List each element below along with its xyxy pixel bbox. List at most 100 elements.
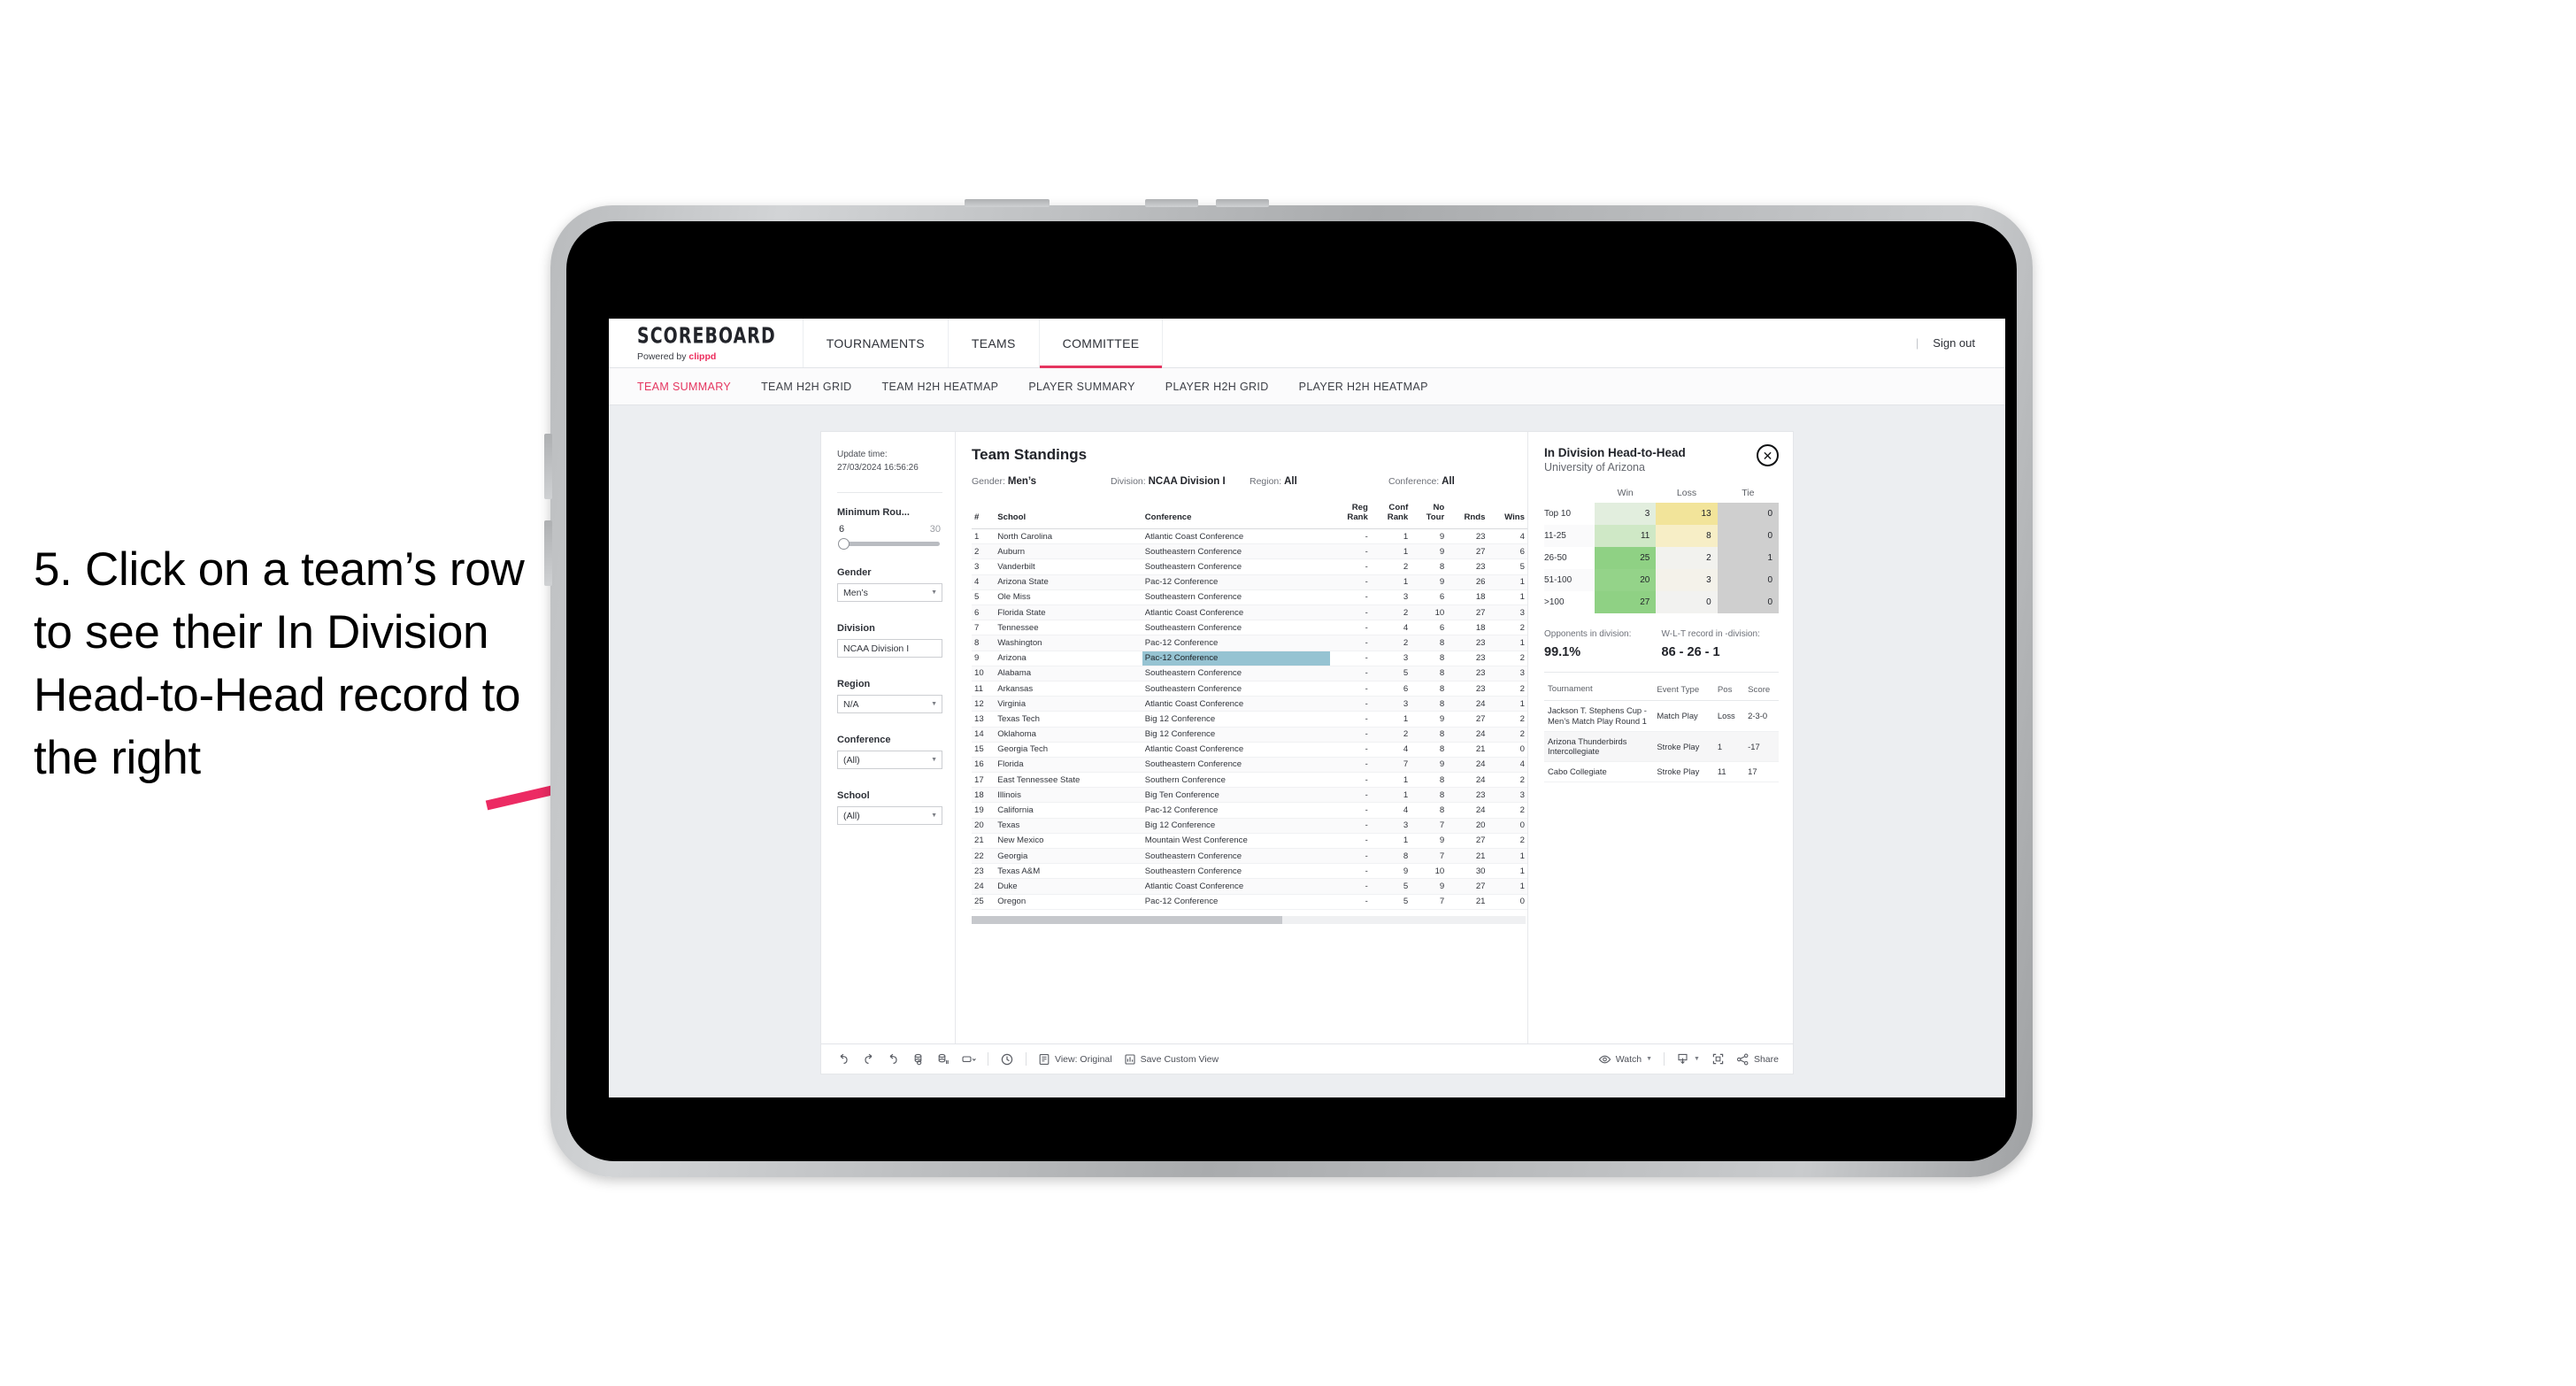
nav-item-tournaments[interactable]: TOURNAMENTS (804, 319, 949, 367)
volume-up-button[interactable] (1145, 199, 1198, 207)
col-header-no-tour[interactable]: No Tour (1411, 501, 1448, 530)
h2h-stats-row: Opponents in division: 99.1% W-L-T recor… (1544, 629, 1779, 659)
tab-team-summary[interactable]: TEAM SUMMARY (637, 381, 731, 393)
table-row[interactable]: 1 North Carolina Atlantic Coast Conference… (972, 528, 1527, 545)
table-row[interactable]: 8 Washington Pac-12 Conference -2 8 23 1 (972, 635, 1527, 651)
nav-item-teams[interactable]: TEAMS (949, 319, 1040, 367)
minimum-rounds-slider[interactable] (838, 538, 940, 550)
table-row[interactable]: 21 New Mexico Mountain West Conference -1 9 2… (972, 833, 1527, 850)
h2h-cell-tie[interactable]: 0 (1717, 569, 1779, 592)
tab-team-h2h-grid[interactable]: TEAM H2H GRID (761, 381, 851, 393)
school-select[interactable]: (All) ▼ (837, 806, 942, 825)
cell-conf-rank: 8 (1370, 848, 1411, 865)
tournament-row[interactable]: Cabo Collegiate Stroke Play 11 17 (1544, 761, 1779, 782)
table-row[interactable]: 12 Virginia Atlantic Coast Conference -3 8 24… (972, 696, 1527, 712)
h2h-cell-win[interactable]: 25 (1595, 547, 1657, 570)
slider-handle[interactable] (838, 538, 850, 550)
table-row[interactable]: 4 Arizona State Pac-12 Conference -1 9 26 1 (972, 574, 1527, 590)
h2h-cell-loss[interactable]: 13 (1656, 503, 1718, 526)
table-row[interactable]: 23 Texas A&M Southeastern Conference -9 10 30… (972, 863, 1527, 880)
cell-rank: 17 (972, 772, 996, 789)
table-row[interactable]: 20 Texas Big 12 Conference -3 7 20 0 (972, 818, 1527, 834)
fullscreen-icon[interactable] (1711, 1052, 1725, 1066)
table-row[interactable]: 11 Arkansas Southeastern Conference -6 8 23 2 (972, 681, 1527, 697)
power-button[interactable] (965, 199, 1050, 207)
sign-out-link[interactable]: Sign out (1933, 336, 1975, 350)
brand-logo[interactable]: SCOREBOARD Powered by clippd (609, 319, 804, 367)
table-row[interactable]: 9 Arizona Pac-12 Conference -3 8 23 2 (972, 651, 1527, 666)
table-row[interactable]: 16 Florida Southeastern Conference -7 9 24 4 (972, 757, 1527, 774)
h2h-cell-loss[interactable]: 0 (1656, 591, 1718, 614)
tournament-row[interactable]: Arizona Thunderbirds Intercollegiate Stro… (1544, 731, 1779, 763)
h2h-cell-tie[interactable]: 0 (1717, 525, 1779, 548)
table-row[interactable]: 10 Alabama Southeastern Conference -5 8 23 3 (972, 666, 1527, 681)
col-header-event-type[interactable]: Event Type (1653, 681, 1714, 702)
view-original-button[interactable]: View: Original (1038, 1053, 1112, 1066)
table-row[interactable]: 24 Duke Atlantic Coast Conference -5 9 27 1 (972, 878, 1527, 895)
h2h-cell-win[interactable]: 3 (1595, 503, 1657, 526)
cell-conference: Pac-12 Conference (1142, 894, 1331, 910)
table-row[interactable]: 22 Georgia Southeastern Conference -8 7 21 1 (972, 848, 1527, 865)
revert-icon[interactable] (887, 1052, 900, 1066)
nav-item-committee[interactable]: COMMITTEE (1039, 319, 1164, 368)
gender-select[interactable]: Men’s ▼ (837, 583, 942, 602)
region-select[interactable]: N/A ▼ (837, 695, 942, 713)
table-row[interactable]: 15 Georgia Tech Atlantic Coast Conference -… (972, 742, 1527, 758)
h2h-cell-win[interactable]: 20 (1595, 569, 1657, 592)
undo-icon[interactable] (837, 1052, 850, 1066)
h2h-cell-win[interactable]: 11 (1595, 525, 1657, 548)
col-header-reg-rank[interactable]: Reg Rank (1330, 501, 1371, 530)
col-header-pos[interactable]: Pos (1713, 681, 1745, 702)
tournament-row[interactable]: Jackson T. Stephens Cup - Men’s Match Pl… (1544, 700, 1779, 732)
close-icon[interactable]: ✕ (1757, 444, 1779, 466)
col-header-rank[interactable]: # (972, 501, 996, 530)
table-row[interactable]: 13 Texas Tech Big 12 Conference -1 9 27 2 (972, 711, 1527, 728)
refresh-data-icon[interactable] (911, 1052, 925, 1066)
pause-auto-update-icon[interactable] (1000, 1052, 1014, 1066)
col-header-rnds[interactable]: Rnds (1447, 501, 1488, 530)
table-row[interactable]: 5 Ole Miss Southeastern Conference -3 6 18 1 (972, 589, 1527, 606)
h2h-cell-loss[interactable]: 2 (1656, 547, 1718, 570)
h2h-cell-tie[interactable]: 0 (1717, 503, 1779, 526)
col-header-wins[interactable]: Wins (1488, 501, 1527, 530)
tab-player-summary[interactable]: PLAYER SUMMARY (1028, 381, 1134, 393)
horizontal-scrollbar[interactable] (972, 915, 1526, 924)
col-header-conf-rank[interactable]: Conf Rank (1370, 501, 1411, 530)
device-layout-icon[interactable] (961, 1052, 976, 1066)
table-row[interactable]: 7 Tennessee Southeastern Conference -4 6 18 2 (972, 620, 1527, 636)
tab-player-h2h-grid[interactable]: PLAYER H2H GRID (1165, 381, 1269, 393)
conference-select[interactable]: (All) ▼ (837, 751, 942, 769)
share-button[interactable]: Share (1736, 1053, 1779, 1066)
h2h-cell-win[interactable]: 27 (1595, 591, 1657, 614)
download-button[interactable]: ▼ (1676, 1052, 1700, 1066)
redo-icon[interactable] (862, 1052, 875, 1066)
table-row[interactable]: 19 California Pac-12 Conference -4 8 24 2 (972, 802, 1527, 819)
pause-data-icon[interactable] (936, 1052, 950, 1066)
table-row[interactable]: 6 Florida State Atlantic Coast Conference -… (972, 604, 1527, 621)
h2h-cell-loss[interactable]: 3 (1656, 569, 1718, 592)
watch-button[interactable]: Watch ▼ (1598, 1053, 1652, 1066)
volume-down-button[interactable] (1216, 199, 1269, 207)
division-select[interactable]: NCAA Division I (837, 639, 942, 658)
table-row[interactable]: 14 Oklahoma Big 12 Conference -2 8 24 2 (972, 727, 1527, 743)
side-button-lower[interactable] (544, 520, 552, 586)
tab-player-h2h-heatmap[interactable]: PLAYER H2H HEATMAP (1299, 381, 1428, 393)
col-header-conference[interactable]: Conference (1142, 501, 1331, 530)
h2h-cell-tie[interactable]: 1 (1717, 547, 1779, 570)
col-header-school[interactable]: School (995, 501, 1142, 530)
table-row[interactable]: 3 Vanderbilt Southeastern Conference -2 8 23 5 (972, 558, 1527, 575)
save-custom-view-button[interactable]: Save Custom View (1124, 1053, 1219, 1066)
side-button-upper[interactable] (544, 434, 552, 499)
h2h-matrix-head: Win Loss Tie (1544, 486, 1779, 503)
col-header-tournament[interactable]: Tournament (1544, 681, 1654, 702)
h2h-cell-tie[interactable]: 0 (1717, 591, 1779, 614)
col-header-score[interactable]: Score (1744, 681, 1779, 702)
table-row[interactable]: 18 Illinois Big Ten Conference -1 8 23 3 (972, 787, 1527, 804)
table-row[interactable]: 2 Auburn Southeastern Conference -1 9 27 6 (972, 543, 1527, 560)
h2h-cell-loss[interactable]: 8 (1656, 525, 1718, 548)
tab-team-h2h-heatmap[interactable]: TEAM H2H HEATMAP (882, 381, 999, 393)
scrollbar-thumb[interactable] (972, 915, 1282, 924)
table-row[interactable]: 25 Oregon Pac-12 Conference -5 7 21 0 (972, 894, 1527, 910)
table-row[interactable]: 17 East Tennessee State Southern Conferenc… (972, 772, 1527, 789)
cell-reg-rank: - (1330, 742, 1371, 758)
